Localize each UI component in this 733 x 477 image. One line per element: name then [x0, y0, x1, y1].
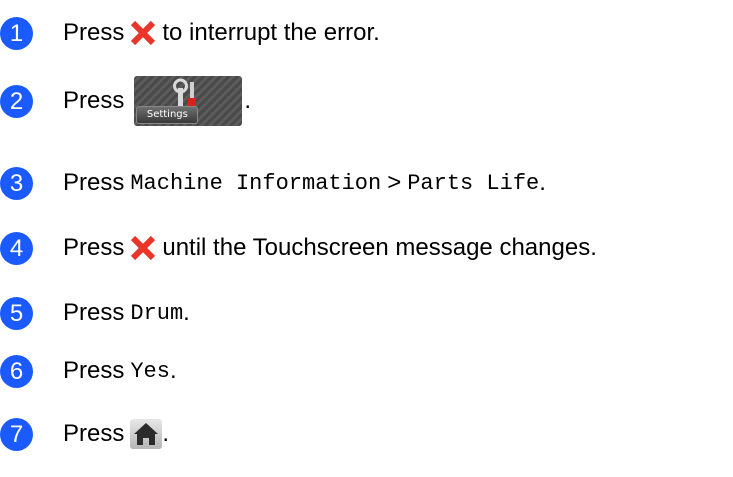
step-4: 4 Press until the Touchscreen message ch… [0, 228, 597, 268]
press-label: Press [63, 169, 125, 196]
step-instruction: until the Touchscreen message changes. [162, 234, 597, 261]
close-x-icon [131, 20, 156, 46]
press-label: Press [63, 87, 125, 114]
press-label: Press [63, 234, 125, 261]
step-3: 3 Press Machine Information > Parts Life… [0, 163, 546, 203]
press-label: Press [63, 19, 125, 46]
menu-item-yes: Yes [130, 358, 170, 384]
settings-tools-icon: Settings [134, 76, 243, 126]
close-x-icon [131, 235, 156, 261]
step-number: 2 [0, 84, 33, 118]
settings-label: Settings [136, 106, 199, 124]
separator: > [387, 169, 402, 196]
step-number: 1 [0, 16, 33, 50]
period: . [169, 357, 177, 384]
step-6: 6 Press Yes . [0, 351, 177, 391]
step-number: 7 [0, 417, 33, 451]
step-5: 5 Press Drum . [0, 293, 190, 333]
menu-item-drum: Drum [130, 300, 184, 326]
step-text: Press Yes . [63, 357, 177, 385]
step-instruction: to interrupt the error. [162, 19, 380, 46]
step-2: 2 Press Settings . [0, 76, 251, 126]
press-label: Press [63, 357, 125, 384]
step-text: Press to interrupt the error. [63, 19, 380, 47]
period: . [244, 87, 252, 114]
period: . [162, 420, 170, 447]
press-label: Press [63, 299, 125, 326]
step-text: Press . [63, 419, 169, 449]
menu-item-parts-life: Parts Life [407, 170, 540, 196]
step-1: 1 Press to interrupt the error. [0, 13, 380, 53]
step-text: Press Drum . [63, 299, 190, 327]
step-number: 5 [0, 296, 33, 330]
step-text: Press Settings . [63, 76, 251, 126]
step-text: Press Machine Information > Parts Life . [63, 169, 546, 197]
step-text: Press until the Touchscreen message chan… [63, 234, 597, 262]
period: . [539, 169, 546, 196]
home-icon [130, 419, 163, 449]
step-7: 7 Press . [0, 414, 169, 454]
step-number: 3 [0, 166, 33, 200]
step-number: 6 [0, 354, 33, 388]
menu-item-machine-information: Machine Information [130, 170, 382, 196]
step-number: 4 [0, 231, 33, 265]
period: . [183, 299, 190, 326]
press-label: Press [63, 420, 125, 447]
